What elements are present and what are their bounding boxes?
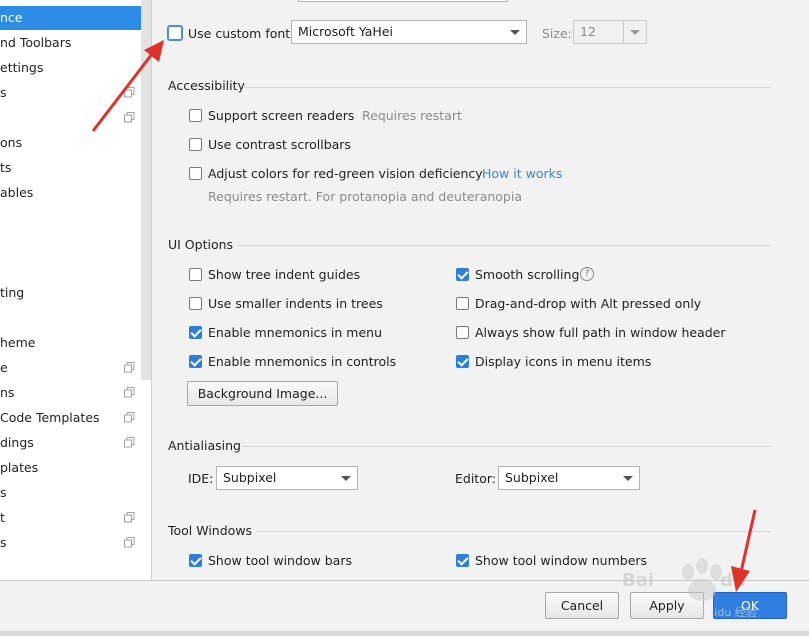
annotation-arrow-icon — [91, 40, 164, 132]
annotation-arrows — [91, 40, 757, 592]
annotation-arrow-icon — [731, 509, 757, 592]
